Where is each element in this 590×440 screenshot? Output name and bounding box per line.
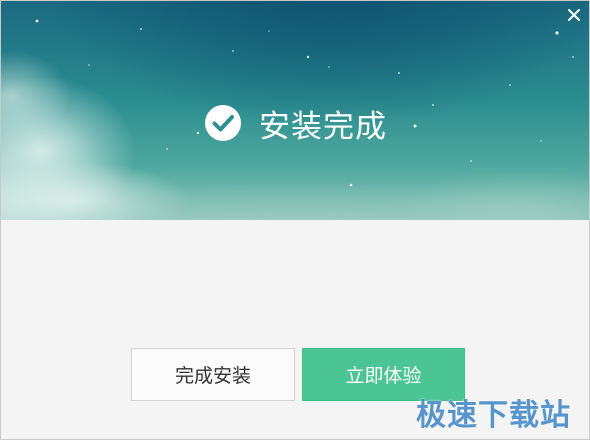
finish-install-button[interactable]: 完成安装	[131, 348, 295, 401]
close-button[interactable]	[563, 4, 585, 26]
close-icon	[568, 9, 580, 21]
install-complete-title: 安装完成	[259, 108, 387, 145]
installer-window: 安装完成 完成安装 立即体验 极速下载站	[0, 0, 590, 440]
checkmark-circle-icon	[205, 105, 241, 141]
site-watermark: 极速下载站	[416, 398, 571, 433]
header-banner: 安装完成	[1, 1, 589, 220]
status-header: 安装完成	[205, 103, 387, 145]
